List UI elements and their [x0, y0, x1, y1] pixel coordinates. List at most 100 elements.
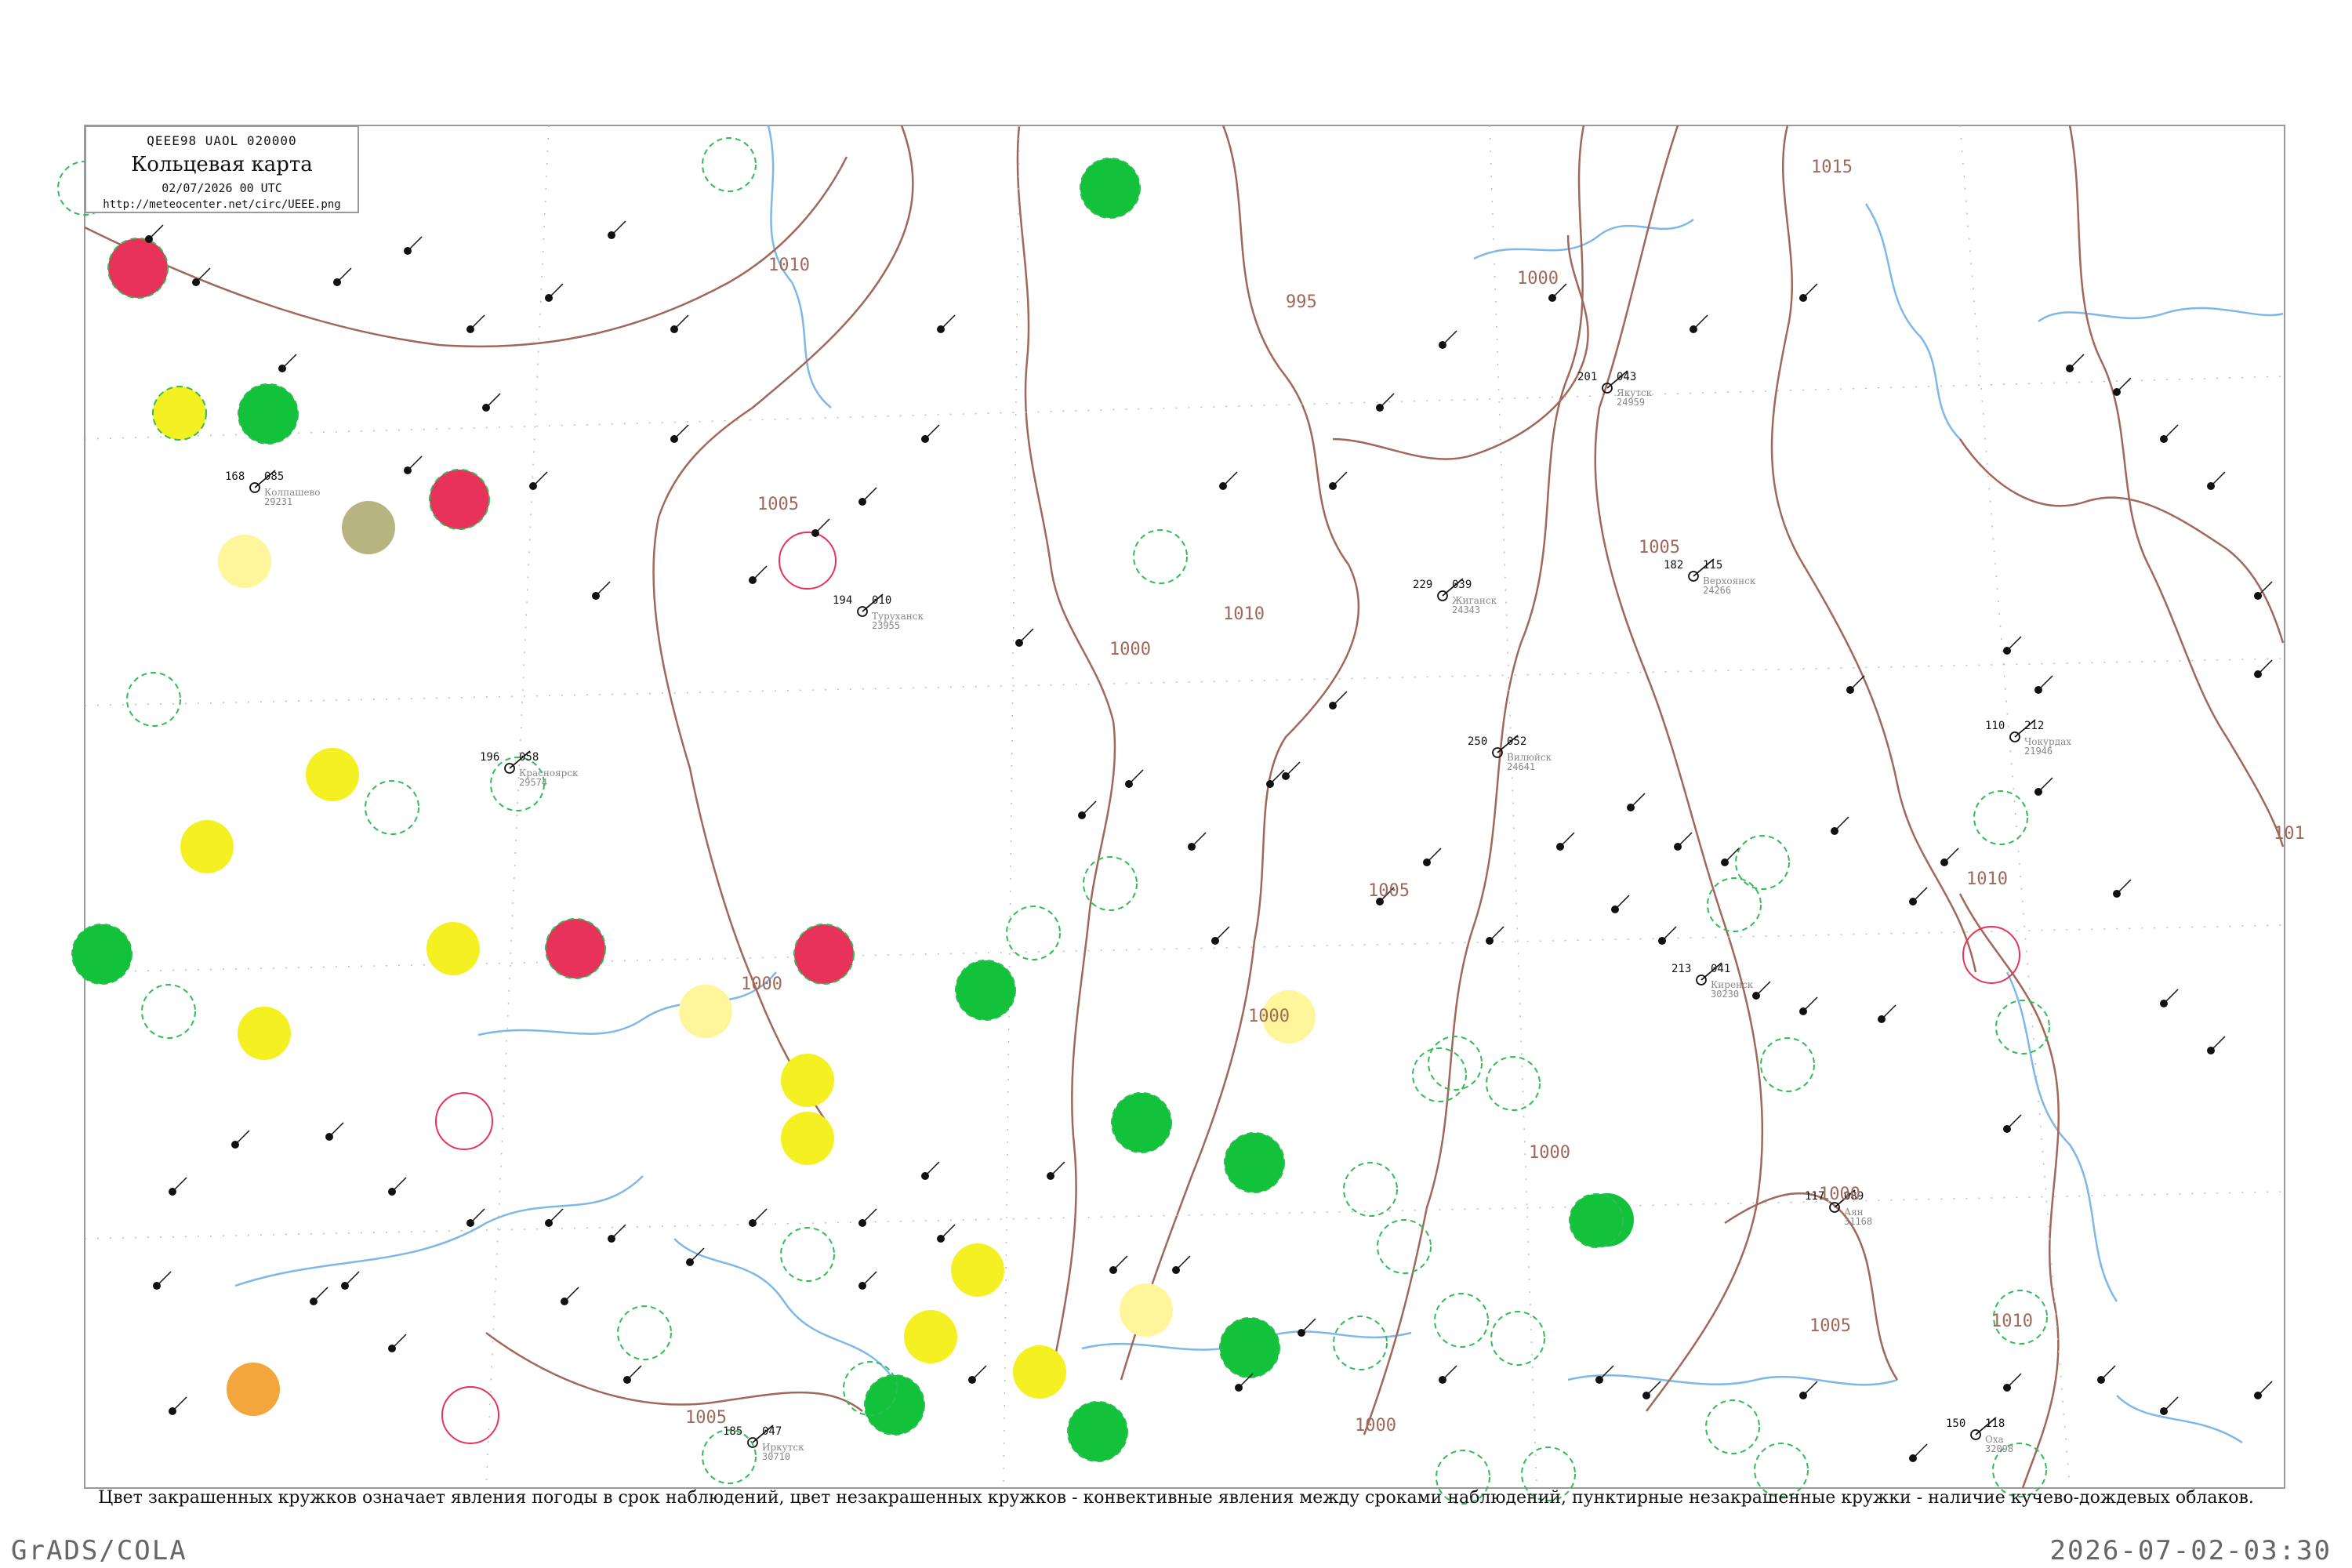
map-frame [84, 125, 2285, 1489]
wind-barb-icon [1802, 1381, 1818, 1396]
station-id: 30710 [762, 1451, 790, 1462]
cb-ring [1735, 835, 1790, 890]
station-pressure: 115 [1703, 559, 1722, 572]
station-temperature: 196 [480, 751, 499, 764]
station-plot: 201 043 24959Якутск [1577, 370, 1653, 408]
station-name: Киренск [1711, 979, 1754, 990]
isobar-line [1016, 125, 1116, 1381]
wind-barb-icon [2069, 354, 2085, 369]
station-id: 29231 [264, 496, 292, 507]
phenomenon-circle-smoke [227, 1363, 280, 1416]
station-id: 32098 [1985, 1443, 2013, 1454]
wind-barb-icon [1191, 832, 1207, 848]
isobar-label: 1010 [1991, 1312, 2033, 1331]
graticule-line [84, 658, 2285, 706]
wind-barb-icon [1081, 800, 1097, 816]
wind-barb-icon [1614, 895, 1630, 910]
river [1864, 203, 1961, 440]
wind-barb-icon [1849, 675, 1865, 691]
wind-barb-icon [1802, 283, 1818, 299]
cb-ring [1377, 1219, 1432, 1274]
station-plot: 185 04730710Иркутск [723, 1425, 804, 1462]
map-url: http://meteocenter.net/circ/UEEE.png [103, 198, 341, 211]
wind-barb-icon [548, 1208, 564, 1224]
wind-barb-icon [940, 1224, 956, 1240]
phenomenon-circle-rain [1569, 1193, 1624, 1248]
phenomenon-circle-fog [781, 1054, 834, 1107]
wind-barb-icon [2006, 1373, 2022, 1388]
station-plot: 110 212 21946Чокурдах [1985, 719, 2071, 757]
wind-barb-icon [391, 1177, 407, 1192]
graticule-line [1003, 125, 1020, 1489]
wind-barb-icon [281, 354, 297, 369]
station-pressure: 010 [872, 594, 891, 607]
station-pressure: 039 [1452, 579, 1472, 591]
cb-ring [1705, 1399, 1760, 1454]
cb-ring [126, 672, 181, 727]
map-title: Кольцевая карта [131, 153, 313, 176]
wind-barb-icon [1802, 996, 1818, 1012]
wind-barb-icon [2116, 377, 2132, 393]
wind-barb-icon [862, 1208, 877, 1224]
thunder-ring [779, 532, 837, 590]
river [2116, 1395, 2243, 1444]
isobar-label: 1005 [1368, 881, 1410, 901]
isobar-line [1363, 125, 1585, 1436]
wind-barb-icon [940, 314, 956, 330]
phenomenon-circle-rain [1080, 158, 1141, 219]
station-temperature: 150 [1946, 1417, 1965, 1430]
wind-barb-icon [1442, 330, 1457, 346]
station-plot: 194 010 23955Туруханск [833, 593, 924, 631]
station-temperature: 229 [1413, 579, 1432, 591]
cb-ring [702, 1429, 757, 1484]
phenomenon-circle-fog [904, 1310, 957, 1363]
wind-barb-icon [924, 424, 940, 440]
isobar-label: 1000 [1819, 1185, 1860, 1204]
cb-ring [141, 984, 196, 1039]
isobar-label: 1010 [1966, 869, 2008, 889]
wind-barb-icon [1661, 926, 1677, 942]
isobar-label: 1010 [768, 256, 810, 275]
station-name: Чокурдах [2024, 736, 2071, 747]
cb-ring [617, 1305, 672, 1360]
wind-barb-icon [1018, 628, 1034, 644]
wind-barb-icon [1332, 691, 1348, 706]
wind-barb-icon [313, 1287, 328, 1302]
isobar-label: 995 [1286, 292, 1317, 312]
station-id: 29574 [519, 777, 547, 788]
phenomenon-circle-fog [152, 386, 207, 441]
wind-barb-icon [2210, 1036, 2226, 1051]
river [673, 1238, 895, 1381]
footer-timestamp: 2026-07-02-03:30 [2049, 1535, 2332, 1566]
wind-barb-icon [1559, 832, 1575, 848]
wind-barb-icon [1214, 926, 1230, 942]
wind-barb-icon [673, 314, 689, 330]
wind-barb-icon [1912, 887, 1928, 902]
cb-ring [1428, 1036, 1483, 1091]
wind-barb-icon [172, 1177, 187, 1192]
phenomenon-circle-thunder [793, 924, 855, 985]
wind-barb-icon [407, 236, 423, 252]
station-pressure: 058 [519, 751, 539, 764]
map-code: QEEE98 UAOL 020000 [147, 133, 297, 148]
cb-ring [1333, 1316, 1388, 1370]
station-plot: 213 041 30230Киренск [1671, 962, 1754, 1000]
station-pressure: 212 [2024, 720, 2044, 732]
wind-barb-icon [611, 220, 626, 236]
wind-barb-icon [1693, 314, 1708, 330]
wind-barb-icon [336, 267, 352, 283]
weather-map: 182 115 24266Верхоянск 201 043 24959Якутск 110… [57, 125, 2305, 1504]
wind-barb-icon [2038, 675, 2053, 691]
wind-barb-icon [1677, 832, 1693, 848]
wind-barb-icon [1285, 761, 1301, 777]
isobar-label: 1010 [1223, 604, 1265, 624]
wind-barb-icon [148, 224, 164, 240]
river [1567, 1374, 1898, 1386]
isobar-label: 1005 [685, 1408, 727, 1428]
wind-barb-icon [752, 565, 768, 581]
station-plot: 250 052 24641Вилюйск [1468, 735, 1552, 772]
wind-barb-icon [971, 1365, 987, 1381]
isobar-line [1120, 125, 1360, 1381]
phenomenon-circle-fog [951, 1243, 1004, 1297]
river [1473, 218, 1694, 260]
